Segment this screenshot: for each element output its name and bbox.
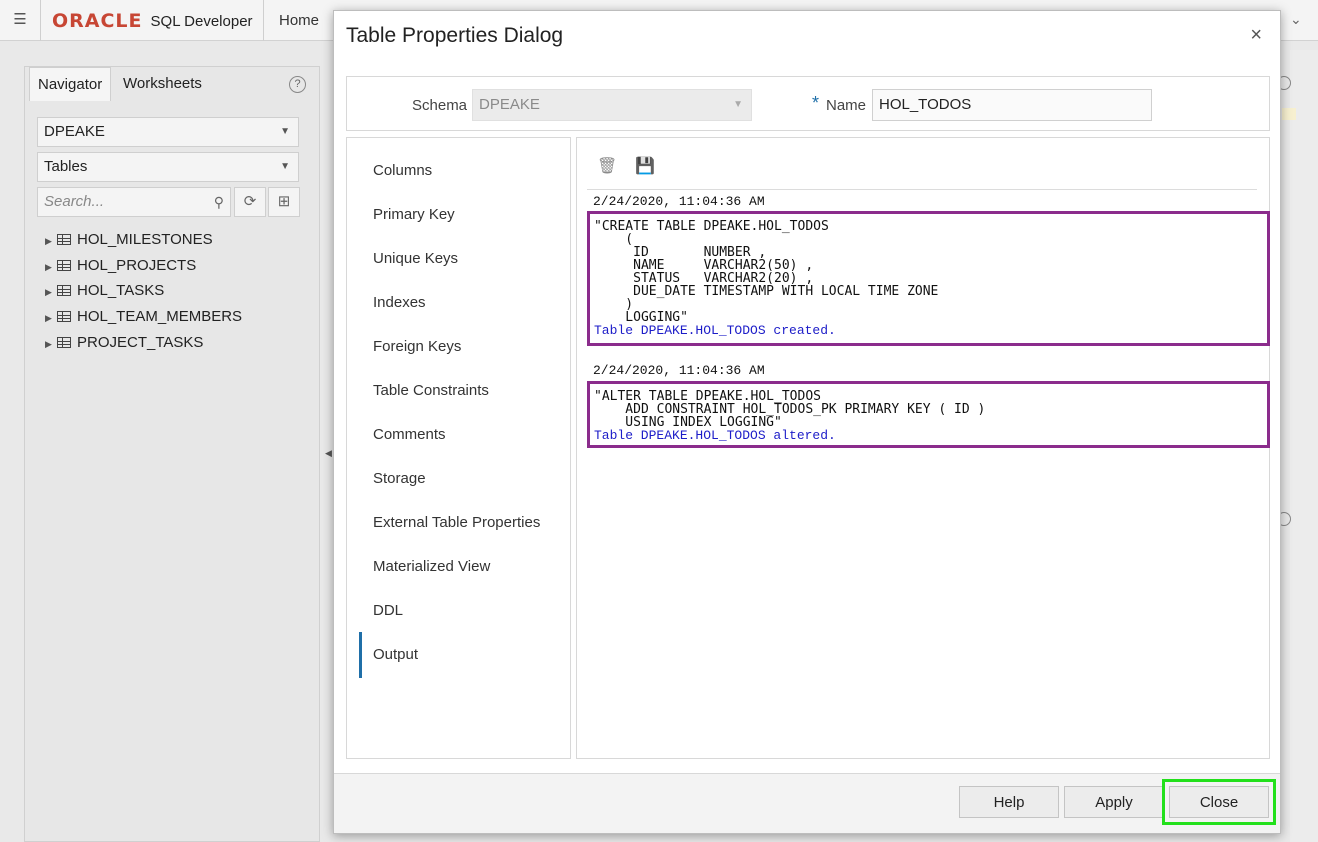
brand-product: SQL Developer <box>150 12 253 30</box>
app-logo: ORACLE SQL Developer <box>52 10 253 32</box>
tree-item[interactable]: ▶ HOL_TEAM_MEMBERS <box>45 307 242 327</box>
dialog-title: Table Properties Dialog <box>346 24 564 47</box>
table-identity-row: Schema DPEAKE ▼ * Name HOL_TODOS <box>346 76 1270 131</box>
home-link[interactable]: Home <box>279 12 319 29</box>
nav-foreign-keys[interactable]: Foreign Keys <box>373 337 461 357</box>
apply-button[interactable]: Apply <box>1064 786 1164 818</box>
table-icon <box>57 285 71 296</box>
tree-item-label: HOL_TASKS <box>77 282 165 299</box>
search-input[interactable]: Search... ⚲ <box>37 187 231 217</box>
add-button[interactable]: ⊞ <box>268 187 300 217</box>
expand-icon[interactable]: ▶ <box>45 334 57 354</box>
toolbar-divider <box>587 189 1257 190</box>
expand-icon[interactable]: ▶ <box>45 282 57 302</box>
object-type-dropdown[interactable]: Tables ▼ <box>37 152 299 182</box>
name-input[interactable]: HOL_TODOS <box>872 89 1152 121</box>
properties-nav: Columns Primary Key Unique Keys Indexes … <box>346 137 571 759</box>
tree-item-label: PROJECT_TASKS <box>77 334 204 351</box>
expand-icon[interactable]: ▶ <box>45 231 57 251</box>
result-message: Table DPEAKE.HOL_TODOS altered. <box>594 428 836 443</box>
active-indicator <box>359 632 362 678</box>
schema-select-value: DPEAKE <box>479 96 540 113</box>
nav-columns[interactable]: Columns <box>373 161 432 181</box>
nav-indexes[interactable]: Indexes <box>373 293 426 313</box>
output-pane: 🗑 💾 2/24/2020, 11:04:36 AM "CREATE TABLE… <box>576 137 1270 759</box>
dialog-footer: Help Apply Close <box>334 773 1280 833</box>
tab-navigator[interactable]: Navigator <box>29 67 112 101</box>
object-type-value: Tables <box>44 158 88 175</box>
search-icon[interactable]: ⚲ <box>214 188 224 216</box>
table-properties-dialog: Table Properties Dialog × Schema DPEAKE … <box>333 10 1281 834</box>
add-icon: ⊞ <box>277 193 291 210</box>
editor-strip <box>1282 108 1296 120</box>
tree-item[interactable]: ▶ HOL_TASKS <box>45 281 164 301</box>
tree-item-label: HOL_MILESTONES <box>77 231 213 248</box>
nav-table-constraints[interactable]: Table Constraints <box>373 381 489 401</box>
brand-oracle: ORACLE <box>52 10 143 32</box>
caret-down-icon: ▼ <box>280 161 290 172</box>
schema-dropdown[interactable]: DPEAKE ▼ <box>37 117 299 147</box>
hamburger-icon[interactable]: ☰ <box>12 12 28 28</box>
refresh-button[interactable]: ⟳ <box>234 187 266 217</box>
tree-item-label: HOL_TEAM_MEMBERS <box>77 308 243 325</box>
output-entry-alter: "ALTER TABLE DPEAKE.HOL_TODOS ADD CONSTR… <box>587 381 1270 448</box>
expand-icon[interactable]: ▶ <box>45 257 57 277</box>
nav-primary-key[interactable]: Primary Key <box>373 205 455 225</box>
expand-icon[interactable]: ▶ <box>45 308 57 328</box>
nav-materialized-view[interactable]: Materialized View <box>373 557 490 577</box>
nav-ddl[interactable]: DDL <box>373 601 403 621</box>
tree-item[interactable]: ▶ HOL_PROJECTS <box>45 256 196 276</box>
refresh-icon: ⟳ <box>243 193 257 210</box>
header-divider <box>263 0 264 41</box>
table-icon <box>57 234 71 245</box>
save-icon[interactable]: 💾 <box>635 158 655 176</box>
name-label: Name <box>826 97 867 114</box>
nav-storage[interactable]: Storage <box>373 469 426 489</box>
caret-down-icon: ▼ <box>280 126 290 137</box>
nav-external-table-properties[interactable]: External Table Properties <box>373 513 540 533</box>
sql-statement: "ALTER TABLE DPEAKE.HOL_TODOS ADD CONSTR… <box>594 389 986 430</box>
close-button[interactable]: Close <box>1169 786 1269 818</box>
schema-label: Schema <box>412 97 468 114</box>
output-entry-create: "CREATE TABLE DPEAKE.HOL_TODOS ( ID NUMB… <box>587 211 1270 346</box>
output-timestamp: 2/24/2020, 11:04:36 AM <box>593 363 765 378</box>
chevron-down-icon[interactable]: ⌄ <box>1290 11 1302 28</box>
help-icon[interactable]: ? <box>289 76 306 93</box>
tree-item-label: HOL_PROJECTS <box>77 257 197 274</box>
nav-unique-keys[interactable]: Unique Keys <box>373 249 458 269</box>
table-icon <box>57 337 71 348</box>
schema-select: DPEAKE ▼ <box>472 89 752 121</box>
schema-dropdown-value: DPEAKE <box>44 123 105 140</box>
help-button[interactable]: Help <box>959 786 1059 818</box>
table-icon <box>57 260 71 271</box>
required-icon: * <box>812 93 820 113</box>
trash-icon[interactable]: 🗑 <box>597 158 617 176</box>
output-timestamp: 2/24/2020, 11:04:36 AM <box>593 194 765 209</box>
sql-statement: "CREATE TABLE DPEAKE.HOL_TODOS ( ID NUMB… <box>594 219 939 325</box>
search-placeholder: Search... <box>44 193 105 210</box>
header-divider <box>40 0 41 41</box>
caret-down-icon: ▼ <box>733 99 743 110</box>
tree-item[interactable]: ▶ PROJECT_TASKS <box>45 333 203 353</box>
table-icon <box>57 311 71 322</box>
nav-output[interactable]: Output <box>373 645 418 665</box>
collapse-panel-icon[interactable]: ◀ <box>325 448 332 459</box>
navigator-panel: Navigator Worksheets ? DPEAKE ▼ Tables ▼… <box>24 66 320 842</box>
editor-area <box>1290 50 1318 842</box>
result-message: Table DPEAKE.HOL_TODOS created. <box>594 323 836 338</box>
nav-comments[interactable]: Comments <box>373 425 446 445</box>
tab-worksheets[interactable]: Worksheets <box>115 67 210 101</box>
tree-item[interactable]: ▶ HOL_MILESTONES <box>45 230 213 250</box>
close-icon[interactable]: × <box>1250 25 1262 45</box>
